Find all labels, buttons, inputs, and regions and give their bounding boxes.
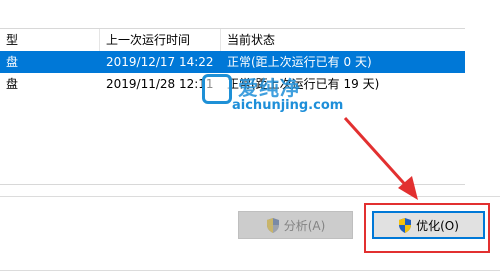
- optimize-button-label: 优化(O): [416, 218, 459, 233]
- row-status: 正常(距上次运行已有 0 天): [227, 55, 372, 69]
- divider: [0, 196, 500, 197]
- row-last-run: 2019/11/28 12:11: [106, 77, 214, 91]
- column-header-status-label: 当前状态: [227, 33, 276, 47]
- watermark-logo: [202, 74, 232, 104]
- column-header-status[interactable]: 当前状态: [221, 29, 465, 51]
- list-header: 型 上一次运行时间 当前状态: [0, 29, 465, 52]
- row-type: 盘: [6, 55, 19, 69]
- optimize-button[interactable]: 优化(O): [372, 211, 485, 239]
- analyze-button-label: 分析(A): [283, 218, 326, 233]
- column-header-type-label: 型: [6, 33, 19, 47]
- watermark-title: 爱纯净: [238, 76, 301, 100]
- row-last-run: 2019/12/17 14:22: [106, 55, 214, 69]
- table-row[interactable]: 盘 2019/11/28 12:11 正常(距上次运行已有 19 天): [0, 73, 465, 95]
- column-header-type[interactable]: 型: [0, 29, 100, 51]
- uac-shield-icon: [399, 217, 412, 233]
- list-scroll-area: [465, 28, 500, 185]
- analyze-button[interactable]: 分析(A): [238, 211, 353, 239]
- row-type: 盘: [6, 77, 19, 91]
- divider: [0, 270, 500, 271]
- column-header-last-run-label: 上一次运行时间: [106, 33, 191, 47]
- uac-shield-icon: [266, 217, 279, 233]
- table-row[interactable]: 盘 2019/12/17 14:22 正常(距上次运行已有 0 天): [0, 51, 465, 73]
- watermark-url: aichunjing.com: [232, 98, 344, 113]
- column-header-last-run[interactable]: 上一次运行时间: [100, 29, 221, 51]
